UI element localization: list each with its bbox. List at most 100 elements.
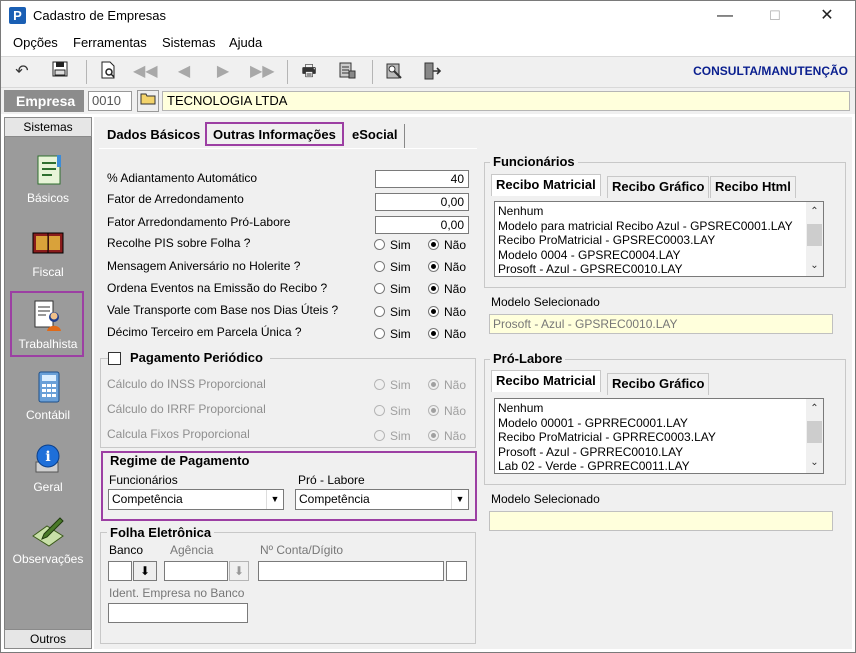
digito-input[interactable] — [446, 561, 467, 581]
fator-input[interactable]: 0,00 — [375, 193, 469, 211]
funcionarios-title: Funcionários — [490, 154, 578, 169]
menu-sistemas[interactable]: Sistemas — [162, 35, 215, 50]
tab-recibo-matricial[interactable]: Recibo Matricial — [491, 174, 601, 196]
tab-dados-basicos[interactable]: Dados Básicos — [101, 124, 206, 148]
sidebar-item-geral[interactable]: i Geral — [4, 442, 92, 494]
chevron-down-icon: ▼ — [266, 490, 283, 509]
vale-sim-radio[interactable]: Sim — [374, 304, 411, 319]
tools-icon[interactable] — [383, 61, 405, 83]
prolabore-regime-label: Pró - Labore — [298, 473, 365, 487]
list-item[interactable]: Recibo ProMatricial - GPSREC0003.LAY — [498, 233, 820, 248]
window-title: Cadastro de Empresas — [33, 8, 166, 23]
sidebar-item-label: Observações — [12, 552, 84, 566]
conta-input[interactable] — [258, 561, 444, 581]
fator-label: Fator de Arredondamento — [107, 192, 244, 206]
list-item[interactable]: Modelo para matricial Recibo Azul - GPSR… — [498, 219, 820, 234]
list-item[interactable]: Prosoft - Azul - GPSREC0010.LAY — [498, 262, 820, 276]
undo-icon[interactable]: ↶ — [11, 61, 33, 83]
next-icon[interactable]: ▶ — [212, 61, 234, 83]
funcionarios-select-value: Competência — [112, 492, 183, 506]
sidebar-footer[interactable]: Outros — [4, 629, 92, 649]
report-icon[interactable] — [336, 61, 358, 83]
list-item[interactable]: Lab 02 - Verde - GPRREC0011.LAY — [498, 459, 820, 473]
ordena-nao-radio[interactable]: Não — [428, 281, 466, 296]
sidebar-item-observacoes[interactable]: Observações — [4, 514, 92, 566]
scroll-up-icon[interactable]: ⌃ — [806, 401, 823, 417]
scroll-down-icon[interactable]: ⌄ — [806, 455, 823, 471]
agencia-lookup-icon[interactable]: ⬇ — [229, 561, 249, 581]
scrollbar[interactable]: ⌃ ⌄ — [806, 202, 823, 276]
funcionarios-select[interactable]: Competência ▼ — [108, 489, 284, 510]
fixos-nao-radio[interactable]: Não — [428, 428, 466, 443]
pis-sim-radio[interactable]: Sim — [374, 237, 411, 252]
first-icon[interactable]: ◀◀ — [133, 61, 158, 83]
prolabore-select-value: Competência — [299, 492, 370, 506]
irrf-label: Cálculo do IRRF Proporcional — [107, 402, 266, 416]
tab-pl-recibo-matricial[interactable]: Recibo Matricial — [491, 370, 601, 392]
last-icon[interactable]: ▶▶ — [250, 61, 275, 83]
sidebar-header[interactable]: Sistemas — [4, 117, 92, 137]
tab-recibo-grafico[interactable]: Recibo Gráfico — [607, 176, 710, 198]
funcionarios-listbox[interactable]: Nenhum Modelo para matricial Recibo Azul… — [494, 201, 824, 277]
maximize-button[interactable]: ☐ — [752, 0, 798, 32]
irrf-nao-radio[interactable]: Não — [428, 403, 466, 418]
tab-pl-recibo-grafico[interactable]: Recibo Gráfico — [607, 373, 710, 395]
sidebar-item-trabalhista[interactable]: Trabalhista — [4, 299, 92, 351]
tab-outras-informacoes[interactable]: Outras Informações — [205, 122, 344, 146]
fator-pro-input[interactable]: 0,00 — [375, 216, 469, 234]
exit-icon[interactable] — [421, 61, 443, 83]
banco-input[interactable] — [108, 561, 132, 581]
sidebar-item-fiscal[interactable]: Fiscal — [4, 227, 92, 279]
menu-opcoes[interactable]: Opções — [13, 35, 58, 50]
pagamento-periodico-checkbox[interactable] — [108, 352, 121, 366]
irrf-sim-radio[interactable]: Sim — [374, 403, 411, 418]
list-item[interactable]: Nenhum — [498, 401, 820, 416]
sidebar-item-contabil[interactable]: Contábil — [4, 370, 92, 422]
print-icon[interactable]: 🖶 — [298, 61, 320, 83]
inss-label: Cálculo do INSS Proporcional — [107, 377, 266, 391]
prolabore-select[interactable]: Competência ▼ — [295, 489, 469, 510]
vale-nao-radio[interactable]: Não — [428, 304, 466, 319]
close-button[interactable]: ✕ — [804, 0, 850, 32]
decimo-nao-radio[interactable]: Não — [428, 326, 466, 341]
aniversario-nao-radio[interactable]: Não — [428, 259, 466, 274]
minimize-button[interactable]: — — [702, 0, 748, 32]
inss-sim-radio[interactable]: Sim — [374, 377, 411, 392]
menu-ajuda[interactable]: Ajuda — [229, 35, 262, 50]
list-item[interactable]: Nenhum — [498, 204, 820, 219]
adiantamento-input[interactable]: 40 — [375, 170, 469, 188]
decimo-label: Décimo Terceiro em Parcela Única ? — [107, 325, 302, 339]
pis-nao-radio[interactable]: Não — [428, 237, 466, 252]
notebook-icon — [37, 155, 61, 185]
prolabore-listbox[interactable]: Nenhum Modelo 00001 - GPRREC0001.LAY Rec… — [494, 398, 824, 474]
info-icon: i — [35, 444, 60, 473]
scrollbar[interactable]: ⌃ ⌄ — [806, 399, 823, 473]
scroll-thumb[interactable] — [807, 224, 822, 246]
menu-ferramentas[interactable]: Ferramentas — [73, 35, 147, 50]
folha-title: Folha Eletrônica — [107, 525, 215, 540]
tab-recibo-html[interactable]: Recibo Html — [710, 176, 796, 198]
sidebar-item-basicos[interactable]: Básicos — [4, 153, 92, 205]
aniversario-sim-radio[interactable]: Sim — [374, 259, 411, 274]
preview-icon[interactable] — [97, 61, 119, 83]
tab-esocial[interactable]: eSocial — [346, 124, 405, 148]
list-item[interactable]: Recibo ProMatricial - GPRREC0003.LAY — [498, 430, 820, 445]
scroll-up-icon[interactable]: ⌃ — [806, 204, 823, 220]
scroll-down-icon[interactable]: ⌄ — [806, 258, 823, 274]
save-icon[interactable] — [49, 61, 71, 83]
agencia-input[interactable] — [164, 561, 228, 581]
list-item[interactable]: Prosoft - Azul - GPRREC0010.LAY — [498, 445, 820, 460]
list-item[interactable]: Modelo 0004 - GPSREC0004.LAY — [498, 248, 820, 263]
fator-pro-label: Fator Arredondamento Pró-Labore — [107, 215, 291, 229]
folder-icon[interactable] — [137, 90, 159, 112]
banco-lookup-icon[interactable]: ⬇ — [133, 561, 157, 581]
scroll-thumb[interactable] — [807, 421, 822, 443]
ident-input[interactable] — [108, 603, 248, 623]
fixos-sim-radio[interactable]: Sim — [374, 428, 411, 443]
ordena-sim-radio[interactable]: Sim — [374, 281, 411, 296]
empresa-code-input[interactable]: 0010 — [88, 91, 132, 111]
inss-nao-radio[interactable]: Não — [428, 377, 466, 392]
list-item[interactable]: Modelo 00001 - GPRREC0001.LAY — [498, 416, 820, 431]
prev-icon[interactable]: ◀ — [173, 61, 195, 83]
decimo-sim-radio[interactable]: Sim — [374, 326, 411, 341]
